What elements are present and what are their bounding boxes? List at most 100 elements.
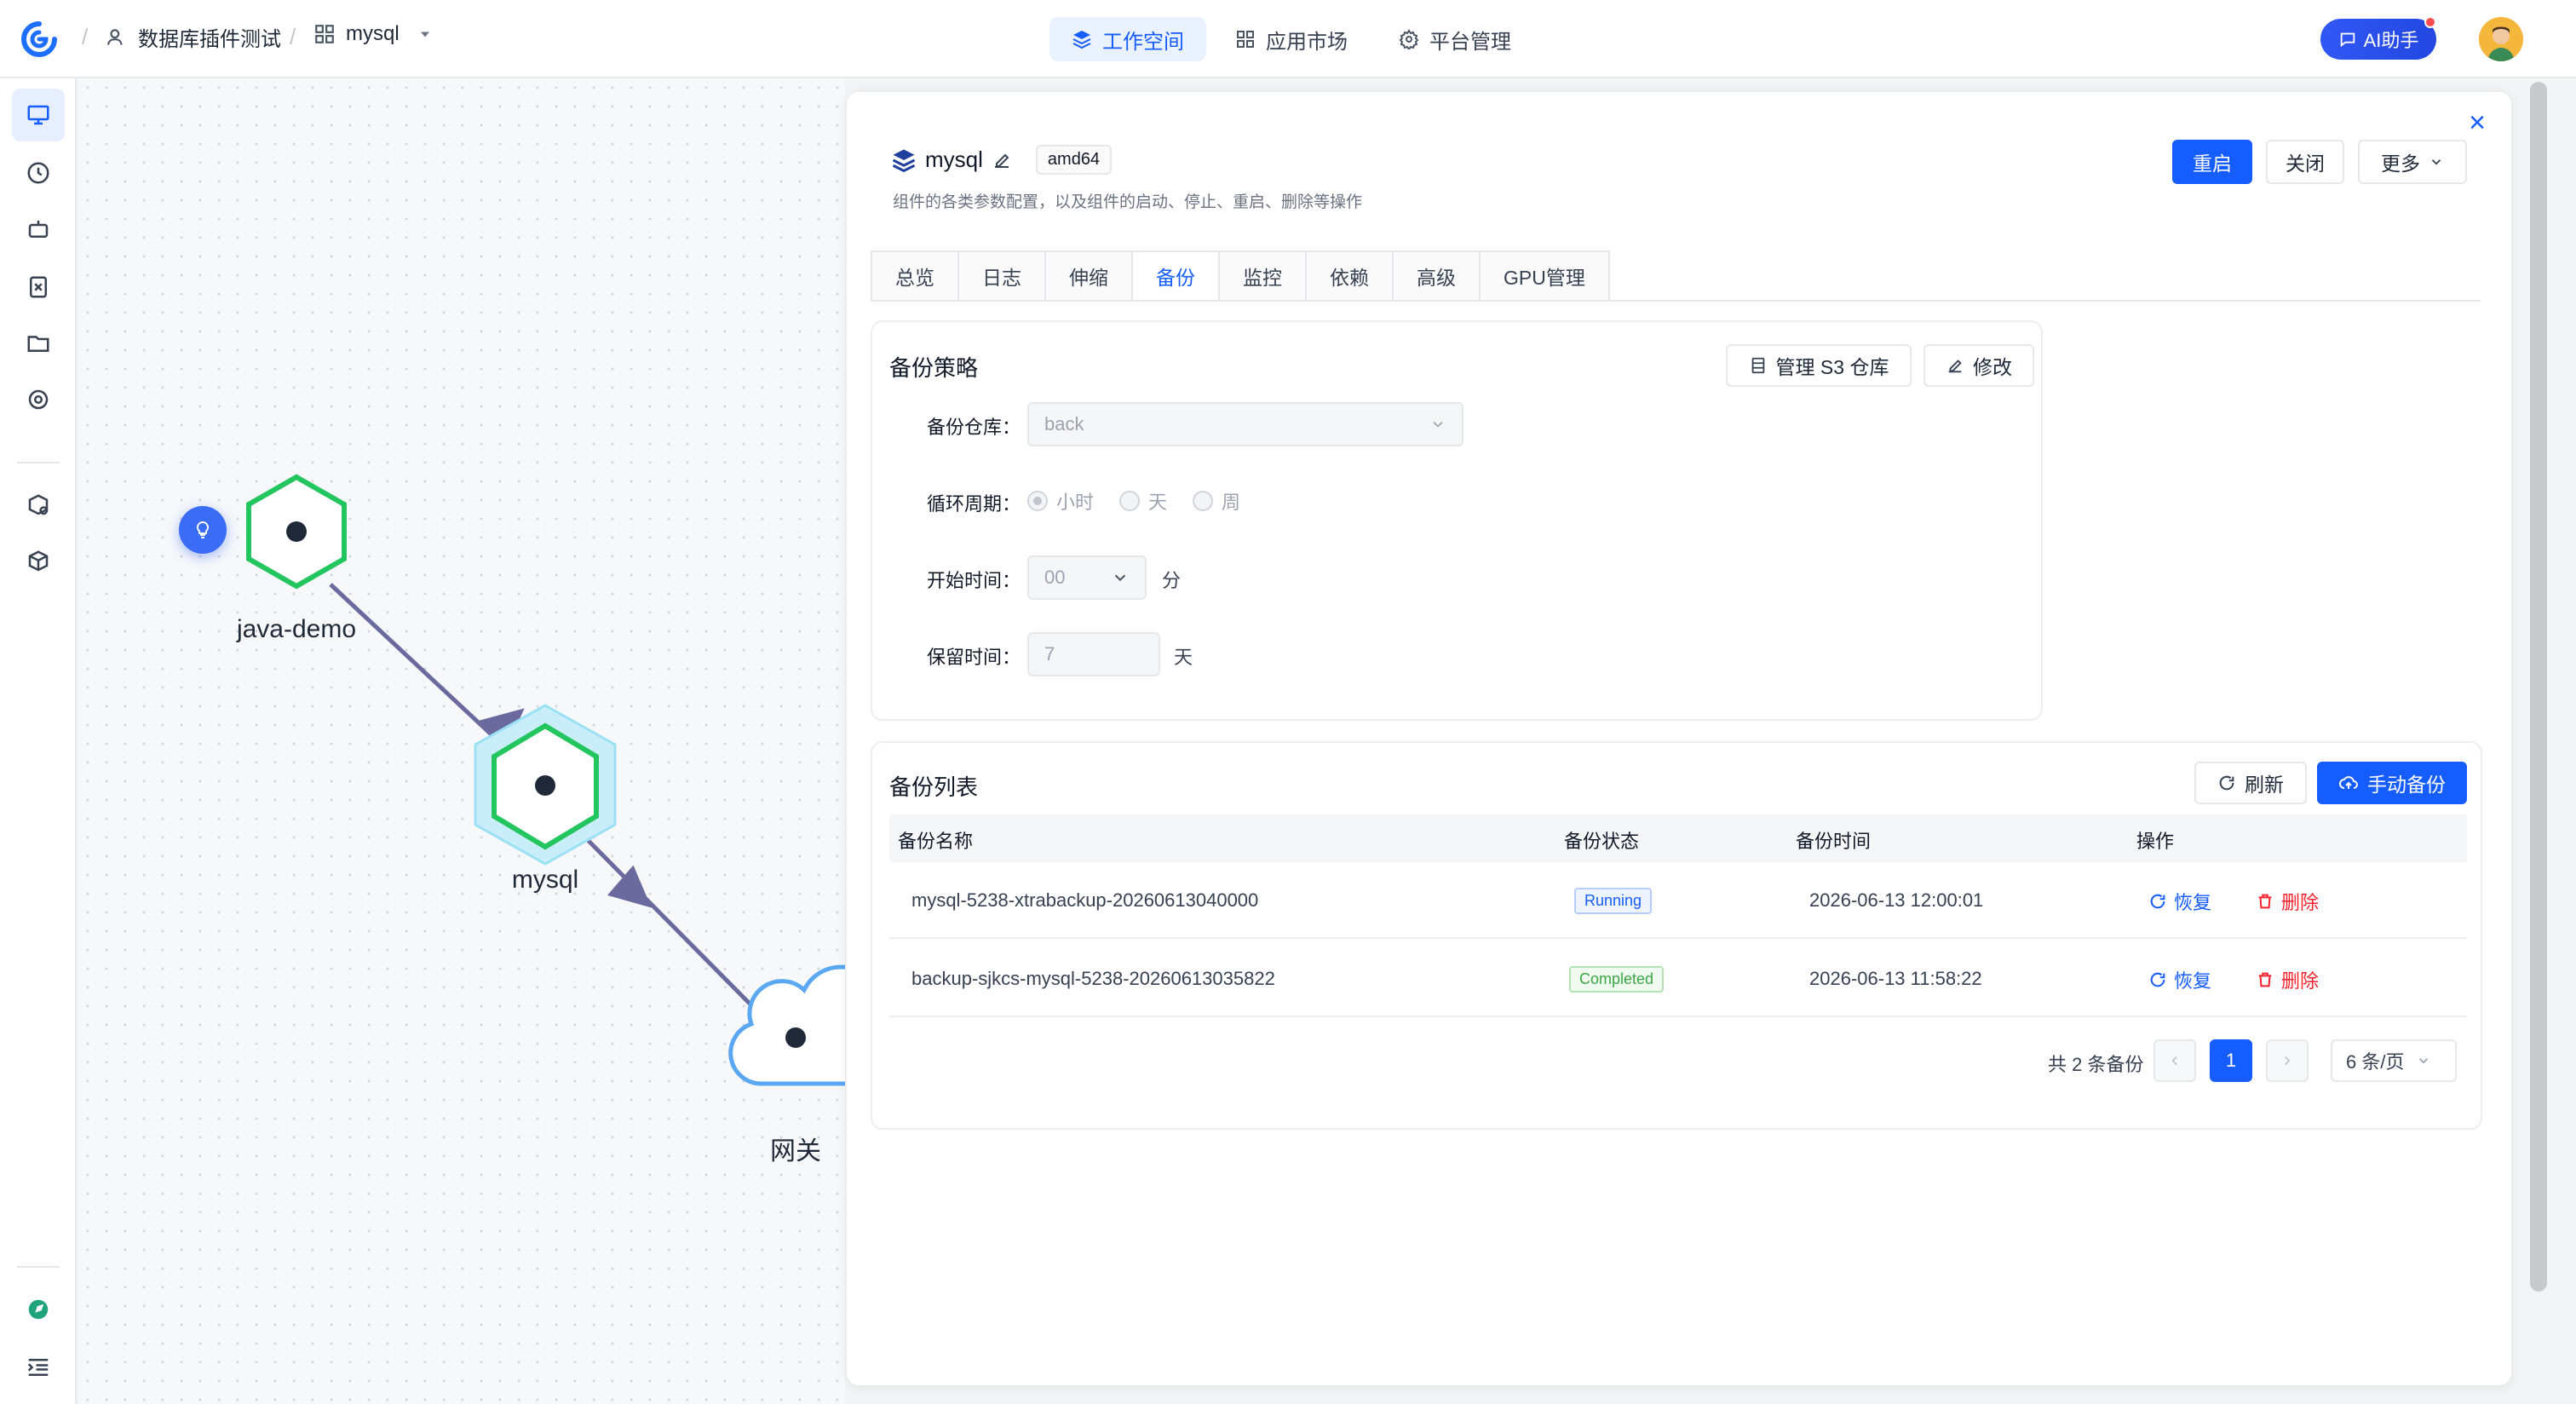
rail-settings[interactable] [12, 373, 65, 426]
delete-button[interactable]: 删除 [2256, 966, 2319, 993]
box-icon [28, 550, 49, 572]
cycle-radio-day[interactable]: 天 [1119, 487, 1167, 515]
rail-package-settings[interactable] [12, 479, 65, 532]
topology-canvas[interactable]: java-demo mysql 网关 [78, 78, 845, 1404]
rail-robot[interactable] [12, 203, 65, 256]
status-badge: Running [1574, 888, 1653, 914]
nav-app-market[interactable]: 应用市场 [1213, 17, 1370, 61]
tab-dependency[interactable]: 依赖 [1305, 250, 1392, 302]
next-page-button[interactable] [2266, 1039, 2309, 1082]
grid-icon [1237, 31, 1254, 48]
edit-policy-label: 修改 [1973, 356, 2012, 378]
breadcrumb-app[interactable]: mysql [313, 22, 434, 46]
node-label: java-demo [236, 615, 357, 643]
prev-page-button[interactable] [2153, 1039, 2196, 1082]
chevron-right-icon [2285, 1056, 2291, 1066]
edit-icon [1948, 360, 1962, 373]
nav-workspace[interactable]: 工作空间 [1049, 17, 1206, 61]
repo-select[interactable]: back [1027, 402, 1463, 446]
app-logo-icon[interactable] [20, 20, 58, 58]
breadcrumb-app-label: mysql [346, 22, 400, 45]
refresh-button[interactable]: 刷新 [2194, 762, 2307, 804]
rail-divider [17, 462, 60, 463]
tab-divider [871, 300, 2481, 302]
chevron-down-icon [1433, 421, 1443, 428]
edit-icon[interactable] [992, 150, 1012, 170]
avatar-icon [2479, 17, 2523, 61]
cycle-option-label: 周 [1222, 492, 1241, 513]
rail-rocket[interactable] [12, 1283, 65, 1336]
edit-policy-button[interactable]: 修改 [1923, 344, 2034, 387]
backup-list-title: 备份列表 [889, 774, 979, 800]
refresh-icon [2150, 894, 2165, 909]
breadcrumb-team-label: 数据库插件测试 [138, 28, 281, 51]
manual-backup-button[interactable]: 手动备份 [2317, 762, 2467, 804]
retain-unit: 天 [1174, 647, 1193, 668]
start-time-select[interactable]: 00 [1027, 555, 1147, 600]
delete-button[interactable]: 删除 [2256, 888, 2319, 915]
rail-divider [17, 1266, 60, 1268]
user-avatar[interactable] [2479, 17, 2523, 61]
chevron-down-icon [1114, 574, 1126, 582]
nav-platform-admin[interactable]: 平台管理 [1377, 17, 1533, 61]
breadcrumb-separator: / [290, 24, 296, 49]
more-button[interactable]: 更多 [2358, 140, 2467, 184]
layers-icon [892, 149, 916, 172]
tab-overview[interactable]: 总览 [871, 250, 957, 302]
rail-package[interactable] [12, 535, 65, 588]
component-name: mysql [925, 147, 983, 172]
chat-icon [2340, 32, 2355, 48]
restart-button[interactable]: 重启 [2172, 140, 2252, 184]
column-header: 备份名称 [898, 831, 974, 852]
edge-java-to-mysql[interactable] [329, 583, 511, 753]
ai-assistant-button[interactable]: AI助手 [2320, 16, 2436, 60]
repo-label: 备份仓库： [926, 417, 1021, 438]
gear-icon [1399, 29, 1419, 49]
trash-icon [2258, 972, 2272, 987]
rail-topology[interactable] [12, 89, 65, 141]
node-gateway[interactable] [728, 964, 845, 1086]
node-java-demo[interactable] [246, 474, 347, 590]
rail-collapse[interactable] [12, 1341, 65, 1394]
retain-input[interactable]: 7 [1027, 632, 1160, 676]
caret-down-icon[interactable] [417, 26, 434, 43]
chevron-down-icon [2419, 1058, 2429, 1064]
radio-dot [1027, 491, 1048, 511]
manage-s3-button[interactable]: 管理 S3 仓库 [1726, 344, 1912, 387]
close-panel-icon[interactable]: × [2462, 107, 2493, 138]
panel-title-row: mysql amd64 [891, 145, 1113, 175]
manage-s3-label: 管理 S3 仓库 [1775, 356, 1889, 378]
cycle-radio-week[interactable]: 周 [1193, 487, 1240, 515]
ai-assistant-label: AI助手 [2363, 30, 2419, 51]
tab-scaling[interactable]: 伸缩 [1044, 250, 1131, 302]
restore-label: 恢复 [2174, 970, 2212, 992]
cloud-upload-icon [2339, 776, 2358, 789]
column-header: 备份状态 [1564, 831, 1640, 852]
status-badge: Completed [1569, 966, 1665, 993]
page-size-select[interactable]: 6 条/页 [2331, 1039, 2457, 1082]
table-row: mysql-5238-xtrabackup-20260613040000 Run… [889, 862, 2467, 939]
tab-backup[interactable]: 备份 [1131, 250, 1218, 302]
rail-notes[interactable] [12, 261, 65, 314]
tab-advanced[interactable]: 高级 [1392, 250, 1479, 302]
delete-label: 删除 [2281, 892, 2320, 913]
rail-files[interactable] [12, 317, 65, 370]
cycle-radio-hour[interactable]: 小时 [1027, 487, 1094, 515]
backup-policy-card: 备份策略 管理 S3 仓库 修改 备份仓库： back 循环周期： 小时 天 周… [871, 320, 2043, 721]
breadcrumb-team[interactable]: 数据库插件测试 [106, 22, 281, 52]
retain-label: 保留时间： [926, 647, 1021, 668]
shutdown-button[interactable]: 关闭 [2266, 140, 2344, 184]
refresh-icon [2150, 972, 2165, 987]
left-rail [0, 78, 77, 1404]
edge-gateway-to-mysql[interactable] [581, 833, 755, 1009]
restore-button[interactable]: 恢复 [2148, 888, 2211, 915]
tab-logs[interactable]: 日志 [957, 250, 1044, 302]
refresh-icon [2219, 775, 2234, 791]
page-scrollbar[interactable] [2530, 82, 2547, 1292]
nav-workspace-label: 工作空间 [1102, 30, 1184, 54]
rail-history[interactable] [12, 147, 65, 199]
tab-gpu[interactable]: GPU管理 [1479, 250, 1610, 302]
page-button[interactable]: 1 [2210, 1039, 2252, 1082]
tab-monitor[interactable]: 监控 [1218, 250, 1305, 302]
restore-button[interactable]: 恢复 [2148, 966, 2211, 993]
